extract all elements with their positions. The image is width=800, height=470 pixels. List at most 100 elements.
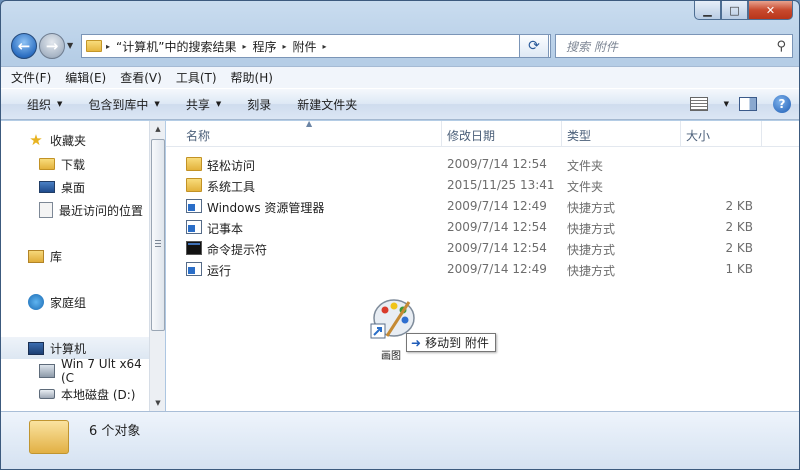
file-date: 2009/7/14 12:49 xyxy=(447,262,547,276)
column-divider[interactable] xyxy=(680,121,681,147)
nav-scrollbar[interactable]: ▲ ▼ xyxy=(149,121,165,411)
burn-button[interactable]: 刻录 xyxy=(247,96,271,113)
back-button[interactable]: ← xyxy=(11,33,37,59)
nav-label: 库 xyxy=(50,249,63,264)
view-dropdown-icon[interactable]: ▼ xyxy=(724,100,729,108)
scroll-down-icon[interactable]: ▼ xyxy=(150,395,166,411)
file-date: 2015/11/25 13:41 xyxy=(447,178,555,192)
minimize-button[interactable]: ▁ xyxy=(694,1,721,20)
menu-view[interactable]: 查看(V) xyxy=(120,69,162,86)
menu-bar: 文件(F) 编辑(E) 查看(V) 工具(T) 帮助(H) xyxy=(1,66,799,88)
column-divider[interactable] xyxy=(761,121,762,147)
nav-desktop[interactable]: 桌面 xyxy=(1,176,150,198)
nav-label: 下载 xyxy=(61,157,86,172)
file-name: 系统工具 xyxy=(207,180,256,194)
column-type[interactable]: 类型 xyxy=(567,127,591,144)
column-name[interactable]: 名称 xyxy=(186,127,210,144)
nav-label: 本地磁盘 (D:) xyxy=(61,387,136,402)
menu-tools[interactable]: 工具(T) xyxy=(176,69,217,86)
help-icon[interactable]: ? xyxy=(773,95,791,113)
forward-button[interactable]: → xyxy=(39,33,65,59)
chevron-right-icon[interactable]: ▸ xyxy=(323,42,327,51)
change-view-icon[interactable] xyxy=(689,97,708,111)
search-icon[interactable]: ⚲ xyxy=(776,39,786,54)
chevron-right-icon[interactable]: ▸ xyxy=(106,42,110,51)
chevron-right-icon[interactable]: ▸ xyxy=(282,42,286,51)
menu-file[interactable]: 文件(F) xyxy=(11,69,51,86)
nav-label: 收藏夹 xyxy=(50,133,87,148)
menu-help[interactable]: 帮助(H) xyxy=(231,69,273,86)
include-in-library-button[interactable]: 包含到库中 ▼ xyxy=(88,96,159,113)
file-row[interactable]: 命令提示符 2009/7/14 12:54 快捷方式 2 KB xyxy=(166,238,799,259)
file-row[interactable]: 系统工具 2015/11/25 13:41 文件夹 xyxy=(166,175,799,196)
drag-item-label: 画图 xyxy=(381,351,401,362)
nav-favorites[interactable]: ★ 收藏夹 xyxy=(1,129,150,151)
maximize-button[interactable]: □ xyxy=(721,1,748,20)
file-list: ▲ 名称 修改日期 类型 大小 轻松访问 2009/7/14 12:54 文件夹… xyxy=(166,119,799,411)
file-row[interactable]: 运行 2009/7/14 12:49 快捷方式 1 KB xyxy=(166,259,799,280)
dropdown-arrow-icon: ▼ xyxy=(215,100,222,108)
scroll-thumb[interactable] xyxy=(151,139,165,331)
move-arrow-icon: ➜ xyxy=(411,335,422,350)
breadcrumb-accessories[interactable]: 附件 xyxy=(293,38,317,55)
organize-label: 组织 xyxy=(27,97,52,112)
preview-pane-icon[interactable] xyxy=(739,97,757,111)
file-size: 1 KB xyxy=(725,262,753,276)
share-button[interactable]: 共享 ▼ xyxy=(186,96,221,113)
downloads-folder-icon xyxy=(39,158,55,170)
organize-button[interactable]: 组织 ▼ xyxy=(27,96,62,113)
folder-icon xyxy=(186,157,202,171)
file-date: 2009/7/14 12:49 xyxy=(447,199,547,213)
nav-downloads[interactable]: 下载 xyxy=(1,153,150,175)
refresh-button[interactable]: ⟳ xyxy=(519,34,549,58)
nav-drive-d[interactable]: 本地磁盘 (D:) xyxy=(1,383,150,405)
grip-icon xyxy=(155,240,161,247)
shortcut-icon xyxy=(186,262,202,276)
file-type: 快捷方式 xyxy=(567,201,616,215)
file-name: 运行 xyxy=(207,264,232,278)
column-date[interactable]: 修改日期 xyxy=(447,127,495,144)
scroll-up-icon[interactable]: ▲ xyxy=(150,121,166,137)
column-size[interactable]: 大小 xyxy=(686,127,710,144)
folder-icon xyxy=(186,178,202,192)
chevron-right-icon[interactable]: ▸ xyxy=(242,42,246,51)
nav-label: 家庭组 xyxy=(50,295,87,310)
new-folder-button[interactable]: 新建文件夹 xyxy=(297,96,357,113)
file-type: 文件夹 xyxy=(567,159,604,173)
file-row[interactable]: 轻松访问 2009/7/14 12:54 文件夹 xyxy=(166,154,799,175)
sort-ascending-icon: ▲ xyxy=(306,119,313,128)
view-controls: ▼ ? xyxy=(689,95,791,113)
file-type: 快捷方式 xyxy=(567,222,616,236)
folder-icon xyxy=(86,40,102,52)
nav-computer[interactable]: 计算机 xyxy=(1,337,150,359)
file-name: Windows 资源管理器 xyxy=(207,201,325,215)
recent-pages-dropdown[interactable]: ▼ xyxy=(67,41,73,50)
nav-label: 桌面 xyxy=(61,180,86,195)
nav-libraries[interactable]: 库 xyxy=(1,245,150,267)
file-type: 快捷方式 xyxy=(567,243,616,257)
computer-icon xyxy=(28,341,44,355)
nav-homegroup[interactable]: 家庭组 xyxy=(1,291,150,313)
nav-drive-c[interactable]: Win 7 Ult x64 (C xyxy=(1,357,150,385)
drag-tooltip: ➜ 移动到 附件 xyxy=(406,333,496,352)
desktop-icon xyxy=(39,181,55,193)
file-name: 轻松访问 xyxy=(207,159,256,173)
nav-recent-places[interactable]: 最近访问的位置 xyxy=(1,199,150,221)
close-button[interactable]: ✕ xyxy=(748,1,793,20)
file-size: 2 KB xyxy=(725,241,753,255)
shortcut-icon xyxy=(186,199,202,213)
breadcrumb-programs[interactable]: 程序 xyxy=(252,38,276,55)
file-name: 记事本 xyxy=(207,222,244,236)
breadcrumb-search-results[interactable]: “计算机”中的搜索结果 xyxy=(116,38,236,55)
column-divider[interactable] xyxy=(441,121,442,147)
address-bar[interactable]: ▸ “计算机”中的搜索结果 ▸ 程序 ▸ 附件 ▸ ▼ xyxy=(81,34,551,58)
file-row[interactable]: 记事本 2009/7/14 12:54 快捷方式 2 KB xyxy=(166,217,799,238)
menu-edit[interactable]: 编辑(E) xyxy=(65,69,106,86)
search-input[interactable]: 搜索 附件 ⚲ xyxy=(555,34,793,58)
column-divider[interactable] xyxy=(561,121,562,147)
file-row[interactable]: Windows 资源管理器 2009/7/14 12:49 快捷方式 2 KB xyxy=(166,196,799,217)
nav-label: 计算机 xyxy=(50,341,87,356)
file-type: 快捷方式 xyxy=(567,264,616,278)
cmd-icon xyxy=(186,241,202,255)
shortcut-icon xyxy=(186,220,202,234)
